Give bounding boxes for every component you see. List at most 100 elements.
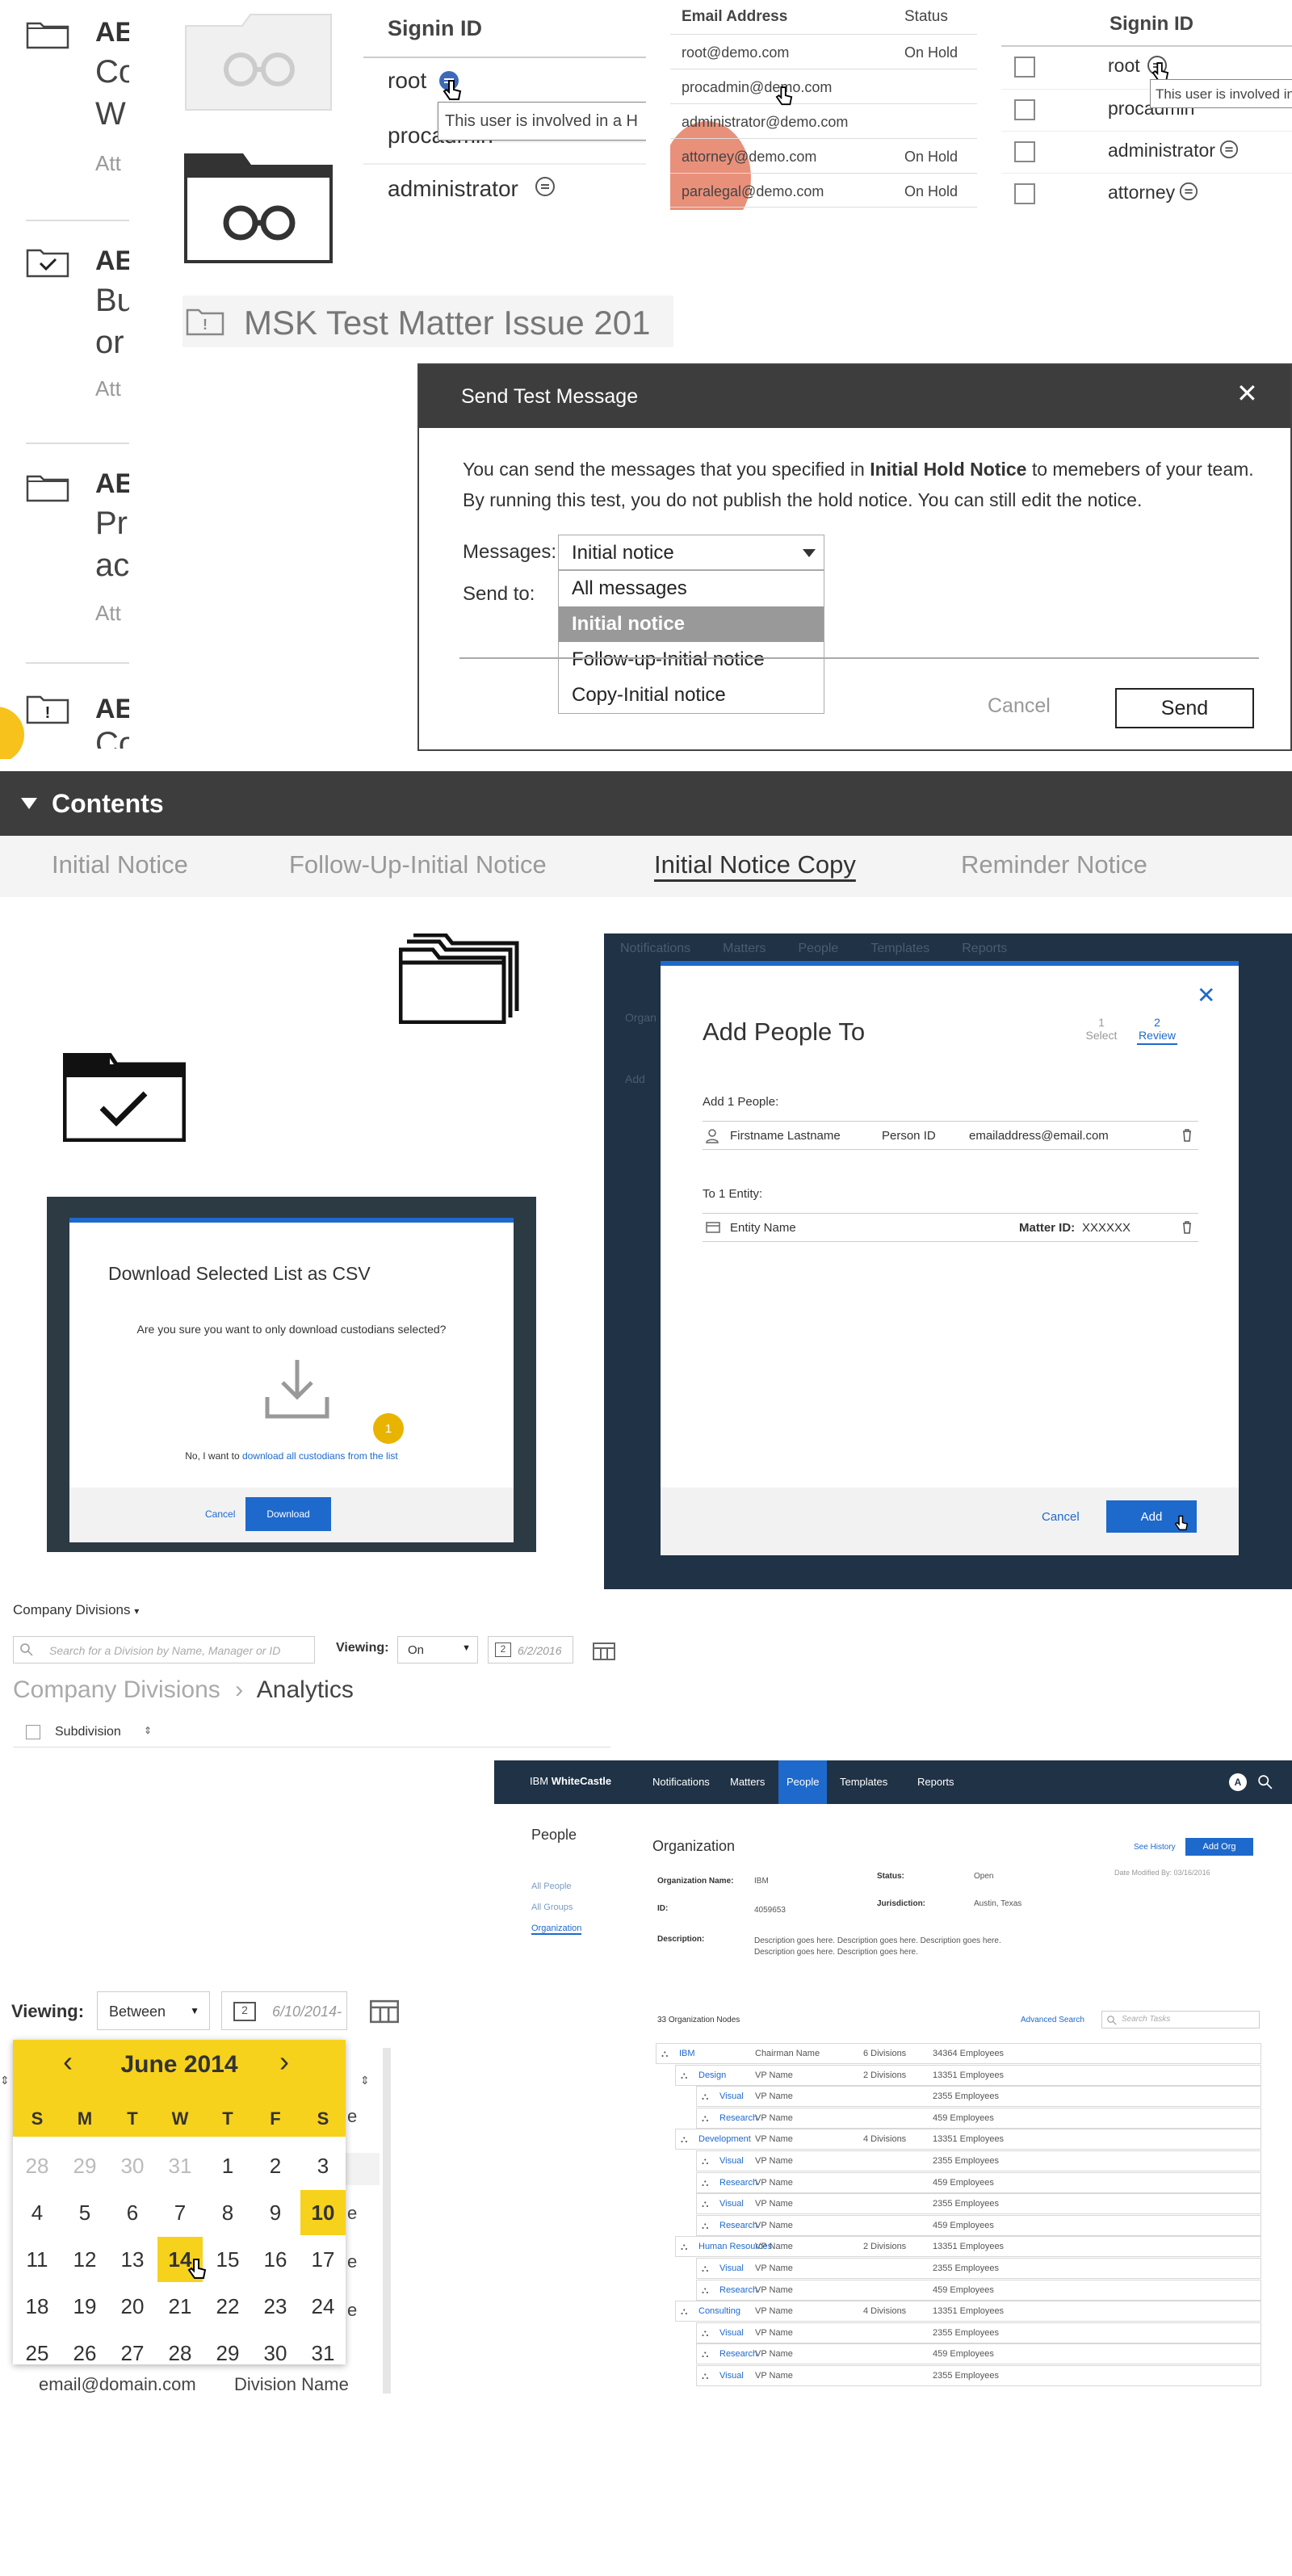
calendar-day[interactable]: 27 — [110, 2331, 155, 2376]
calendar-day-outside-month[interactable]: 31 — [157, 2143, 203, 2188]
tree-node[interactable]: ⛬ Visual VP Name 2355 Employees — [696, 2322, 1261, 2343]
node-name[interactable]: Visual — [719, 2328, 744, 2338]
calendar-day[interactable]: 18 — [15, 2284, 60, 2329]
tree-node[interactable]: ⛬ Visual VP Name 2355 Employees — [696, 2150, 1261, 2171]
node-name[interactable]: Design — [698, 2070, 726, 2080]
tree-node[interactable]: ⛬ Research VP Name 459 Employees — [696, 2214, 1261, 2236]
messages-select[interactable]: Initial notice — [558, 535, 824, 570]
header-checkbox[interactable] — [26, 1725, 40, 1739]
tree-node[interactable]: ⛬ Consulting VP Name 4 Divisions 13351 Emplo… — [675, 2301, 1261, 2322]
cancel-button[interactable]: Cancel — [205, 1508, 235, 1520]
row-checkbox[interactable] — [1014, 183, 1035, 204]
download-button[interactable]: Download — [245, 1497, 331, 1531]
cancel-button[interactable]: Cancel — [1042, 1510, 1080, 1524]
node-name[interactable]: Research — [719, 2285, 757, 2295]
add-org-button[interactable]: Add Org — [1185, 1838, 1253, 1856]
table-view-icon[interactable] — [370, 1999, 399, 2024]
breadcrumb-item[interactable]: Company Divisions — [13, 1676, 220, 1703]
calendar-day[interactable]: 29 — [205, 2331, 250, 2376]
calendar-day-range-start[interactable]: 10 — [300, 2190, 346, 2235]
tree-node[interactable]: ⛬ Human Resources VP Name 2 Divisions 13351 … — [675, 2236, 1261, 2258]
advanced-search-link[interactable]: Advanced Search — [1021, 2016, 1084, 2024]
tree-node[interactable]: ⛬ IBM Chairman Name 6 Divisions 34364 Employ… — [656, 2043, 1261, 2064]
send-button[interactable]: Send — [1115, 688, 1254, 728]
table-row[interactable]: attorney@demo.com On Hold — [670, 138, 977, 173]
tree-node[interactable]: ⛬ Development VP Name 4 Divisions 13351 Empl… — [675, 2129, 1261, 2150]
table-row[interactable]: paralegal@demo.com On Hold — [670, 173, 977, 208]
step[interactable]: 1 Select — [1085, 1016, 1118, 1042]
side-link-active[interactable]: Organization — [531, 1924, 582, 1935]
tab-follow-up-initial-notice[interactable]: Follow-Up-Initial Notice — [289, 850, 547, 879]
row-checkbox[interactable] — [1014, 57, 1035, 78]
search-input[interactable]: Search Tasks — [1101, 2011, 1260, 2028]
step-active[interactable]: 2 Review — [1137, 1016, 1177, 1045]
tree-node[interactable]: ⛬ Research VP Name 459 Employees — [696, 2343, 1261, 2365]
tab-initial-notice-copy[interactable]: Initial Notice Copy — [654, 850, 856, 879]
calendar-day[interactable]: 2 — [253, 2143, 298, 2188]
tree-node[interactable]: ⛬ Research VP Name 459 Employees — [696, 2107, 1261, 2129]
calendar-day[interactable]: 9 — [253, 2190, 298, 2235]
calendar-day[interactable]: 17 — [300, 2237, 346, 2282]
node-name[interactable]: Visual — [719, 2091, 744, 2101]
calendar-day[interactable]: 24 — [300, 2284, 346, 2329]
node-name[interactable]: Visual — [719, 2263, 744, 2273]
person-row[interactable]: Firstname Lastname Person ID emailaddres… — [703, 1121, 1198, 1150]
nav-item[interactable]: Matters — [730, 1776, 765, 1788]
table-row[interactable]: procadmin@demo.com — [670, 69, 977, 103]
calendar-day[interactable]: 23 — [253, 2284, 298, 2329]
calendar-day[interactable]: 30 — [253, 2331, 298, 2376]
nav-item-active[interactable]: People — [778, 1760, 828, 1804]
side-link[interactable]: All Groups — [531, 1903, 573, 1912]
table-view-icon[interactable] — [593, 1643, 615, 1660]
viewing-select[interactable]: On ▼ — [397, 1636, 478, 1663]
calendar-day-outside-month[interactable]: 29 — [62, 2143, 107, 2188]
calendar-day[interactable]: 5 — [62, 2190, 107, 2235]
column-header[interactable]: Subdivision — [55, 1725, 121, 1739]
side-link[interactable]: All People — [531, 1882, 572, 1891]
node-name[interactable]: Consulting — [698, 2306, 740, 2316]
node-name[interactable]: Research — [719, 2113, 757, 2123]
table-row[interactable]: attorney — [1001, 173, 1292, 215]
tree-node[interactable]: ⛬ Research VP Name 459 Employees — [696, 2171, 1261, 2193]
sort-icon[interactable]: ⇕ — [360, 2074, 370, 2087]
tree-node[interactable]: ⛬ Design VP Name 2 Divisions 13351 Employees — [675, 2064, 1261, 2086]
dropdown-option[interactable]: All messages — [559, 571, 824, 606]
node-name[interactable]: Visual — [719, 2199, 744, 2209]
calendar-day[interactable]: 20 — [110, 2284, 155, 2329]
node-name[interactable]: Visual — [719, 2156, 744, 2166]
sort-icon[interactable]: ⇕ — [0, 2074, 10, 2087]
tree-node[interactable]: ⛬ Visual VP Name 2355 Employees — [696, 2193, 1261, 2215]
calendar-day[interactable]: 31 — [300, 2331, 346, 2376]
calendar-day[interactable]: 16 — [253, 2237, 298, 2282]
calendar-day[interactable]: 11 — [15, 2237, 60, 2282]
signin-row[interactable]: administrator — [388, 176, 518, 202]
calendar-day[interactable]: 3 — [300, 2143, 346, 2188]
matter-list-item[interactable]: AE Bu or Att — [0, 242, 129, 412]
calendar-day-outside-month[interactable]: 28 — [15, 2143, 60, 2188]
see-history-link[interactable]: See History — [1134, 1843, 1176, 1852]
close-icon[interactable]: ✕ — [1197, 982, 1215, 1009]
signin-row[interactable]: root — [388, 68, 426, 94]
dropdown-option[interactable]: Copy-Initial notice — [559, 678, 824, 713]
avatar[interactable]: A — [1229, 1773, 1247, 1791]
tree-node[interactable]: ⛬ Visual VP Name 2355 Employees — [696, 2086, 1261, 2108]
calendar-day-outside-month[interactable]: 30 — [110, 2143, 155, 2188]
cancel-button[interactable]: Cancel — [988, 694, 1051, 718]
dropdown-option-selected[interactable]: Initial notice — [559, 606, 824, 642]
date-input[interactable]: 2 6/2/2016 — [488, 1636, 573, 1663]
viewing-select[interactable]: Between ▼ — [97, 1991, 210, 2030]
table-row[interactable]: administrator@demo.com — [670, 103, 977, 138]
calendar-day[interactable]: 7 — [157, 2190, 203, 2235]
node-name[interactable]: Development — [698, 2134, 751, 2144]
calendar-day[interactable]: 1 — [205, 2143, 250, 2188]
node-name[interactable]: IBM — [679, 2049, 695, 2058]
calendar-day[interactable]: 12 — [62, 2237, 107, 2282]
calendar-day[interactable]: 22 — [205, 2284, 250, 2329]
divisions-dropdown[interactable]: Company Divisions ▾ — [13, 1602, 139, 1618]
nav-item[interactable]: Notifications — [652, 1776, 710, 1788]
tree-node[interactable]: ⛬ Visual VP Name 2355 Employees — [696, 2365, 1261, 2386]
calendar-day[interactable]: 13 — [110, 2237, 155, 2282]
entity-row[interactable]: Entity Name Matter ID: XXXXXX — [703, 1213, 1198, 1242]
row-checkbox[interactable] — [1014, 99, 1035, 120]
calendar-day[interactable]: 19 — [62, 2284, 107, 2329]
